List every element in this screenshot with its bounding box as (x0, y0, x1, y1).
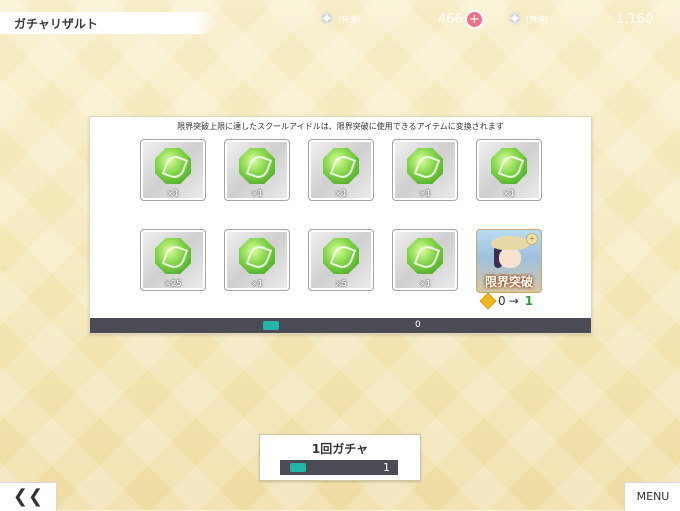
card-character-face (499, 248, 521, 268)
purchase-plus-button[interactable]: + (466, 11, 482, 27)
result-item[interactable]: ×1 (392, 229, 458, 291)
result-item[interactable]: ×1 (476, 139, 542, 201)
result-item[interactable]: ×1 (392, 139, 458, 201)
green-gem-icon (491, 148, 527, 184)
green-gem-icon (155, 238, 191, 274)
item-quantity: ×5 (335, 279, 347, 288)
menu-button[interactable]: MENU (624, 482, 680, 511)
paid-currency-value-group: 466 + (438, 10, 482, 28)
green-gem-icon (407, 148, 443, 184)
green-gem-icon (239, 238, 275, 274)
result-item[interactable]: ×5 (308, 229, 374, 291)
free-currency-label: (無償) (526, 14, 549, 24)
arrow-icon: → (508, 294, 519, 308)
green-gem-icon (239, 148, 275, 184)
free-currency-value-group: 1,160 (616, 10, 653, 28)
card-character-hat (491, 236, 529, 250)
item-quantity: ×1 (251, 279, 263, 288)
result-item[interactable]: ×1 (224, 229, 290, 291)
result-item[interactable]: ×25 (140, 229, 206, 291)
green-gem-icon (323, 238, 359, 274)
item-quantity: ×1 (419, 279, 431, 288)
paid-star-icon: ✦ (320, 9, 334, 28)
title-bar: ガチャリザルト (0, 12, 222, 34)
gacha-cost-count: 1 (383, 461, 390, 474)
paid-star-currency: ✦ (有償) (320, 10, 360, 28)
green-gem-icon (323, 148, 359, 184)
limit-break-from: 0 (498, 294, 506, 308)
item-quantity: ×1 (335, 189, 347, 198)
idol-card[interactable]: + 限界突破 (476, 229, 542, 293)
single-gacha-button[interactable]: 1回ガチャ 1 (259, 434, 421, 481)
result-item[interactable]: ×1 (224, 139, 290, 201)
gacha-cost-bar: 1 (280, 460, 398, 475)
limit-break-diamond-icon (479, 292, 497, 310)
paid-currency-value: 466 (438, 11, 463, 27)
limit-break-notice: 限界突破上限に達したスクールアイドルは、限界突破に使用できるアイテムに変換されま… (177, 122, 504, 131)
item-quantity: ×25 (164, 279, 182, 288)
limit-break-label: 限界突破 (484, 275, 533, 289)
gacha-result-panel: 限界突破上限に達したスクールアイドルは、限界突破に使用できるアイテムに変換されま… (89, 116, 592, 334)
limit-break-to: 1 (524, 294, 534, 308)
item-quantity: ×1 (251, 189, 263, 198)
limit-break-change: 0 → 1 (479, 292, 534, 310)
free-currency-value: 1,160 (616, 11, 654, 27)
green-gem-icon (407, 238, 443, 274)
paid-currency-label: (有償) (338, 14, 361, 24)
result-item[interactable]: ×1 (140, 139, 206, 201)
ticket-icon (290, 463, 306, 472)
item-quantity: ×1 (167, 189, 179, 198)
page-title: ガチャリザルト (14, 17, 98, 31)
result-item[interactable]: ×1 (308, 139, 374, 201)
green-gem-icon (155, 148, 191, 184)
card-plus-icon: + (526, 233, 538, 245)
free-star-icon: ✦ (508, 9, 522, 28)
single-gacha-label: 1回ガチャ (311, 442, 369, 456)
ticket-icon (263, 321, 279, 330)
back-button[interactable]: ❮❮ (0, 482, 57, 511)
ticket-count: 0 (415, 320, 421, 330)
item-quantity: ×1 (503, 189, 515, 198)
item-quantity: ×1 (419, 189, 431, 198)
free-star-currency: ✦ (無償) (508, 10, 548, 28)
ticket-status-bar: 0 (90, 318, 591, 333)
